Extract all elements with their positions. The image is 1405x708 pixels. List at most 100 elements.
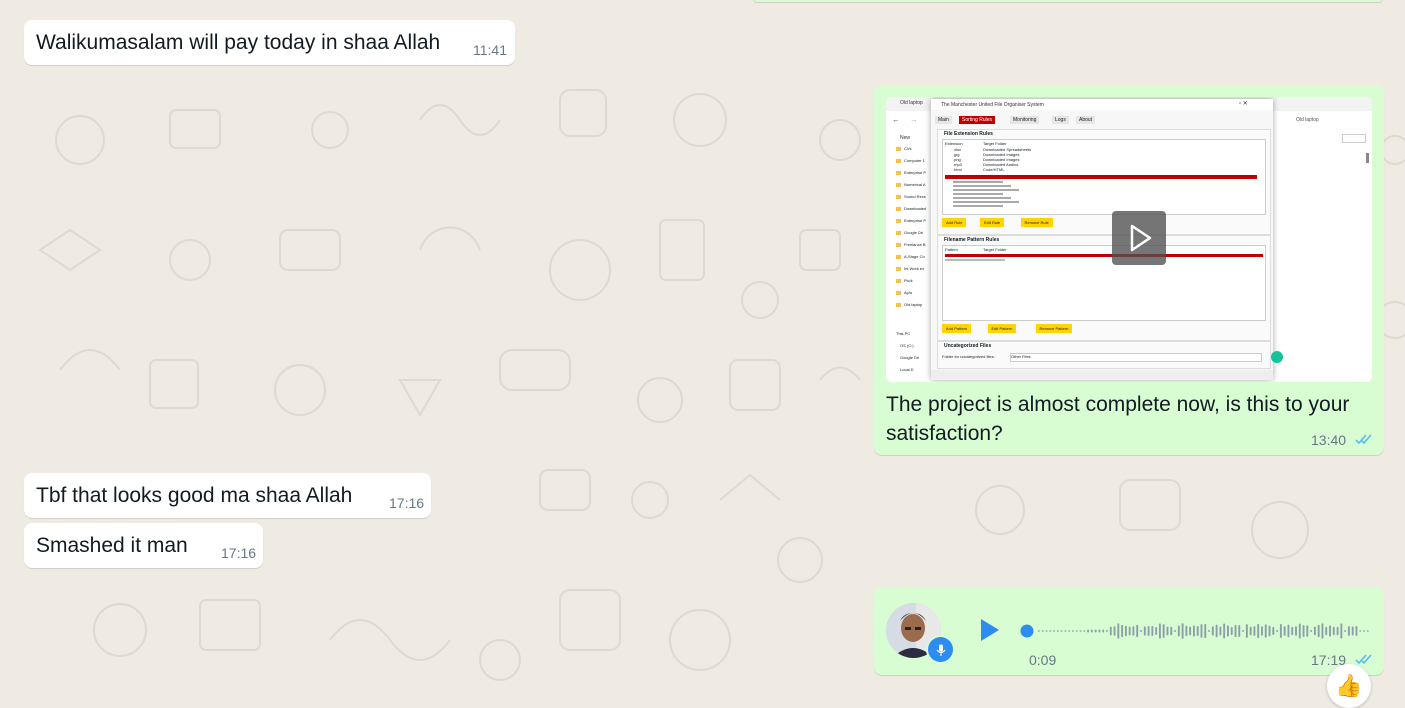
explorer-folder: A-Stage Ch [904, 254, 925, 259]
thumb-button: Remove Rule [1020, 218, 1053, 227]
pattern-buttons: Add Pattern Edit Pattern Remove Pattern [942, 324, 1162, 334]
video-caption-line1: The project is almost complete now, is t… [886, 393, 1350, 416]
folder-icon [896, 171, 901, 175]
waveform-bar [1166, 626, 1169, 636]
incoming-message[interactable]: Walikumasalam will pay today in shaa All… [24, 20, 515, 65]
waveform-bar [1276, 630, 1279, 632]
ext-rules-rows: .xlsx Downloaded Spreadsheets .jpg Download… [943, 147, 1265, 213]
waveform-bar [1359, 630, 1362, 632]
explorer-folder: Downloaded [904, 206, 927, 211]
waveform-bar [1351, 626, 1354, 636]
folder-icon [896, 303, 901, 307]
waveform-bar [1363, 630, 1365, 632]
explorer-tree-item: OS (C:) [900, 343, 914, 348]
ext-selected-row [945, 175, 1257, 179]
forward-arrow-icon: → [910, 115, 918, 124]
video-play-button[interactable] [1112, 211, 1166, 265]
col-pattern: Pattern [945, 247, 958, 252]
app-tab: Main [935, 116, 952, 124]
waveform-bar [1064, 630, 1067, 632]
waveform-bar [1261, 626, 1263, 636]
col-pattern-target: Target Folder [983, 247, 1007, 252]
waveform-bar [1049, 630, 1052, 632]
folder-icon [896, 267, 901, 271]
incoming-message[interactable]: Smashed it man 17:16 [24, 523, 263, 568]
explorer-folder: Freelance B [904, 242, 926, 247]
folder-icon [896, 207, 901, 211]
folder-icon [896, 243, 901, 247]
waveform-bar [1170, 626, 1173, 636]
waveform-bar [1344, 630, 1347, 632]
explorer-folder: Numerical A [904, 182, 926, 187]
waveform-bar [1340, 623, 1343, 639]
waveform-bar [1128, 626, 1131, 636]
waveform-bar [1087, 629, 1090, 633]
waveform-bar [1106, 630, 1108, 632]
app-tabs: Main Sorting Rules Monitoring Logs About [935, 116, 1235, 126]
folder-icon [896, 195, 901, 199]
thumbs-up-reaction-icon[interactable]: 👍 [1327, 664, 1371, 708]
waveform-bar [1102, 629, 1105, 633]
outgoing-voice-message[interactable]: 0:09 17:19 [874, 587, 1384, 675]
ext-rule-extension: .html [953, 167, 962, 172]
waveform-bar [1253, 626, 1256, 636]
explorer-folder: Aplu [904, 290, 913, 295]
waveform-bar [1219, 626, 1222, 636]
waveform-bar [1245, 624, 1248, 638]
waveform-bar [1283, 626, 1286, 636]
explorer-folder: Pic/k [904, 278, 913, 283]
waveform-bar [1321, 623, 1324, 639]
message-time: 13:40 [1311, 432, 1347, 448]
waveform-bar [1151, 626, 1154, 636]
voice-waveform[interactable] [1020, 621, 1372, 641]
explorer-folder: CVs [904, 146, 912, 151]
waveform-bar [1196, 626, 1199, 636]
waveform-bar [1056, 630, 1059, 632]
waveform-bar [1041, 630, 1044, 632]
ext-rule-target: Code/HTML [983, 167, 1005, 172]
explorer-folder-list: CVs Computer 1 Enterprise P Numerical A Soun… [896, 146, 936, 317]
folder-icon [896, 255, 901, 259]
waveform-bar [1177, 625, 1180, 637]
waveform-bar [1302, 625, 1305, 637]
waveform-bar [1083, 630, 1086, 632]
waveform-bar [1192, 625, 1195, 637]
waveform-bar [1117, 623, 1120, 639]
folder-icon [896, 279, 901, 283]
waveform-bar [1189, 626, 1192, 636]
waveform-bar [1136, 624, 1139, 638]
message-time: 17:16 [221, 545, 257, 561]
waveform-bar [1268, 625, 1271, 637]
back-arrow-icon: ← [892, 115, 900, 124]
app-tab: Logs [1052, 116, 1069, 124]
waveform-bar [1291, 626, 1294, 636]
waveform-bar [1109, 626, 1112, 636]
ext-rules-table: Extension Target Folder .xlsx Downloaded … [942, 139, 1266, 215]
playhead[interactable] [1020, 624, 1034, 638]
waveform-bar [1223, 623, 1226, 639]
waveform-bar [1045, 630, 1048, 632]
waveform-bar [1306, 625, 1309, 637]
mic-icon [928, 637, 953, 662]
incoming-message[interactable]: Tbf that looks good ma shaa Allah 17:16 [24, 473, 431, 518]
folder-icon [896, 219, 901, 223]
waveform-bar [1230, 626, 1233, 636]
waveform-bar [1208, 630, 1210, 632]
waveform-bar [1185, 625, 1188, 637]
outgoing-video-message[interactable]: Old laptop Old laptop ← → New CVs Compute… [874, 85, 1384, 455]
video-thumbnail[interactable]: Old laptop Old laptop ← → New CVs Compute… [886, 97, 1372, 382]
waveform-bar [1272, 626, 1275, 636]
waveform-bar [1053, 630, 1056, 632]
thumb-button: Remove Pattern [1035, 324, 1073, 333]
message-text: Tbf that looks good ma shaa Allah [36, 484, 353, 507]
col-target: Target Folder [983, 141, 1007, 146]
pattern-rules-group: Filename Pattern Rules Pattern Target Fo… [937, 235, 1271, 341]
waveform-bar [1215, 624, 1218, 638]
app-tab: About [1076, 116, 1096, 124]
read-ticks-icon [1355, 654, 1372, 665]
explorer-folder: Enterprise P [904, 218, 927, 223]
voice-play-button[interactable] [978, 616, 1002, 644]
waveform-bar [1234, 624, 1237, 638]
ext-rule-row-placeholder [953, 193, 1003, 195]
message-text: Smashed it man [36, 534, 188, 557]
